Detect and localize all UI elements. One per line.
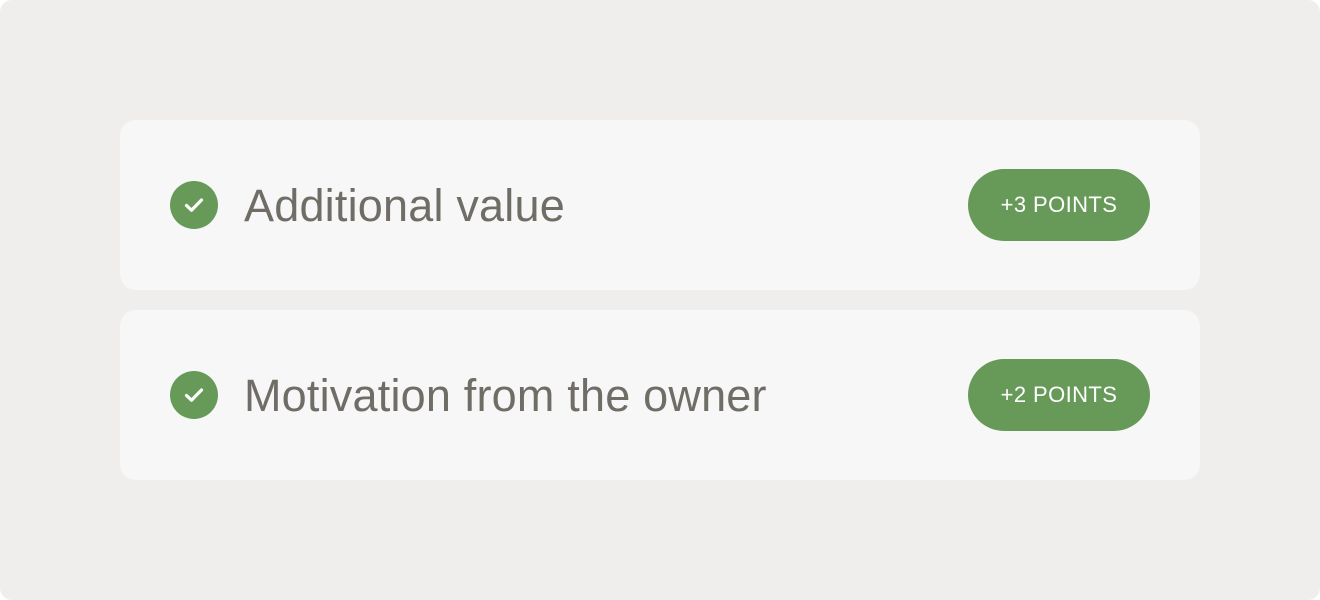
scoring-panel: Additional value +3 POINTS Motivation fr… [0,0,1320,600]
criterion-label-group: Motivation from the owner [170,371,767,419]
criterion-title: Motivation from the owner [244,369,767,421]
criterion-title: Additional value [244,179,565,231]
criterion-card-owner-motivation: Motivation from the owner +2 POINTS [120,310,1200,480]
criterion-label-group: Additional value [170,181,565,229]
check-circle-icon [170,181,218,229]
criterion-card-additional-value: Additional value +3 POINTS [120,120,1200,290]
criteria-list: Additional value +3 POINTS Motivation fr… [120,120,1200,480]
points-badge: +3 POINTS [968,169,1150,241]
points-badge: +2 POINTS [968,359,1150,431]
check-circle-icon [170,371,218,419]
